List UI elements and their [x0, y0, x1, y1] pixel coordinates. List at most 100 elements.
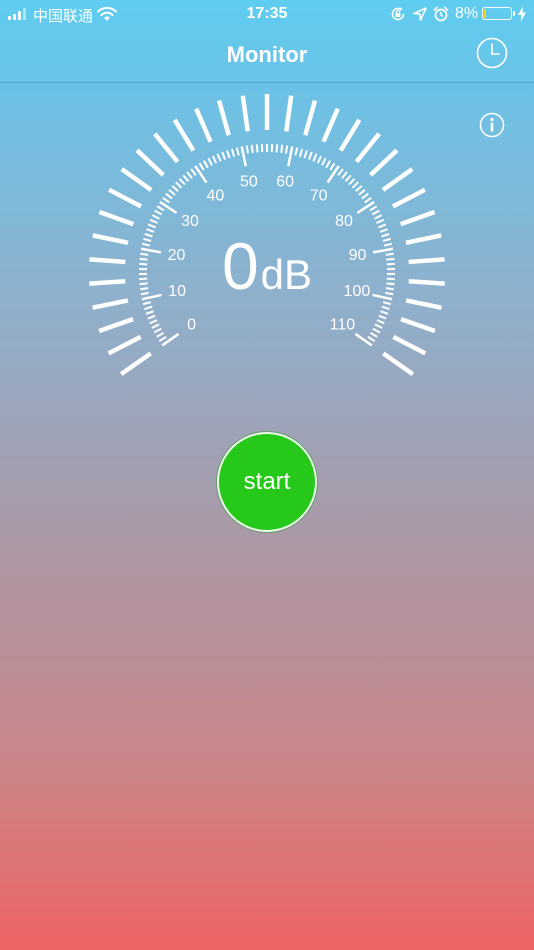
gauge-major-tick	[356, 200, 375, 214]
nav-bar: Monitor	[0, 28, 534, 83]
page-title: Monitor	[226, 42, 308, 67]
gauge-minor-tick	[245, 145, 250, 154]
gauge-minor-tick	[168, 188, 176, 196]
gauge-major-tick	[161, 332, 180, 347]
battery-percent: 8%	[455, 5, 479, 22]
gauge-minor-tick	[371, 209, 380, 216]
gauge-label: 70	[310, 187, 328, 204]
gauge-minor-tick	[165, 192, 173, 200]
gauge-major-tick	[194, 165, 208, 184]
gauge-outer-tick	[392, 334, 427, 356]
gauge-outer-tick	[135, 148, 165, 177]
gauge-minor-tick	[147, 223, 156, 229]
gauge-outer-tick	[400, 316, 436, 334]
orientation-lock-icon	[391, 7, 405, 21]
gauge-outer-tick	[98, 316, 134, 334]
gauge-major-tick	[354, 332, 373, 347]
gauge-minor-tick	[153, 327, 162, 334]
alarm-icon	[433, 6, 449, 22]
gauge-minor-tick	[221, 151, 226, 160]
gauge-minor-tick	[312, 153, 318, 162]
gauge-minor-tick	[321, 157, 327, 166]
gauge-minor-tick	[198, 162, 205, 171]
gauge-minor-tick	[303, 150, 308, 159]
gauge-minor-tick	[151, 323, 160, 329]
gauge-minor-tick	[381, 305, 390, 310]
gauge-outer-tick	[391, 187, 426, 209]
gauge-minor-tick	[308, 151, 313, 160]
gauge-minor-tick	[374, 214, 383, 220]
gauge-minor-tick	[372, 327, 381, 334]
gauge-minor-tick	[149, 319, 158, 325]
gauge-minor-tick	[275, 144, 279, 153]
gauge-minor-tick	[178, 177, 186, 186]
gauge-minor-tick	[329, 162, 336, 171]
gauge-outer-tick	[338, 118, 362, 152]
gauge-outer-tick	[107, 334, 142, 356]
gauge-minor-tick	[378, 314, 387, 320]
location-arrow-icon	[413, 7, 427, 21]
gauge-minor-tick	[298, 148, 304, 157]
gauge-minor-tick	[158, 336, 167, 343]
gauge-outer-tick	[321, 107, 340, 143]
gauge-minor-tick	[344, 174, 352, 182]
gauge-label: 0	[187, 316, 196, 333]
gauge-minor-tick	[186, 171, 193, 179]
gauge-minor-tick	[376, 319, 385, 325]
gauge-minor-tick	[348, 177, 356, 186]
gauge-minor-tick	[190, 168, 197, 176]
gauge-minor-tick	[294, 147, 299, 156]
gauge-minor-tick	[369, 331, 378, 338]
gauge-minor-tick	[358, 188, 366, 196]
gauge-minor-tick	[182, 174, 190, 182]
gauge-outer-tick	[98, 209, 135, 227]
battery-icon	[482, 7, 515, 20]
gauge-minor-tick	[369, 205, 378, 212]
gauge-minor-tick	[154, 209, 163, 216]
gauge-minor-tick	[171, 185, 179, 193]
gauge-outer-tick	[399, 209, 436, 227]
gauge-minor-tick	[364, 196, 372, 204]
gauge-minor-tick	[341, 171, 348, 179]
decibel-value: 0	[221, 229, 259, 303]
charging-icon	[518, 6, 526, 22]
gauge-minor-tick	[351, 181, 359, 189]
gauge-major-tick	[240, 146, 247, 167]
gauge-outer-tick	[108, 187, 143, 209]
gauge-minor-tick	[355, 185, 363, 193]
gauge-minor-tick	[144, 305, 153, 310]
gauge-minor-tick	[250, 144, 254, 153]
gauge-minor-tick	[175, 181, 183, 189]
gauge-outer-tick	[381, 167, 414, 192]
gauge-outer-tick	[153, 132, 180, 164]
gauge-outer-tick	[303, 99, 318, 136]
gauge-outer-tick	[216, 99, 231, 136]
gauge-minor-tick	[162, 196, 170, 204]
gauge-outer-tick	[119, 351, 152, 376]
battery-level	[484, 9, 486, 18]
gauge-outer-tick	[354, 132, 381, 164]
status-bar: 中国联通 17:35 8%	[0, 0, 534, 28]
gauge-minor-tick	[230, 148, 236, 157]
gauge-outer-tick	[382, 351, 415, 376]
gauge-outer-tick	[194, 107, 213, 143]
clock-icon[interactable]	[476, 37, 508, 69]
gauge-minor-tick	[226, 150, 231, 159]
gauge-outer-tick	[369, 148, 399, 177]
gauge-minor-tick	[284, 145, 289, 154]
decibel-unit: dB	[260, 251, 313, 298]
status-time: 17:35	[246, 5, 288, 22]
gauge-major-tick	[159, 200, 178, 214]
gauge-minor-tick	[216, 153, 222, 162]
decibel-readout: 0dB	[0, 228, 534, 304]
gauge-minor-tick	[376, 218, 385, 224]
gauge-minor-tick	[316, 155, 323, 164]
gauge-minor-tick	[147, 314, 156, 320]
gauge-minor-tick	[367, 336, 376, 343]
gauge-minor-tick	[380, 310, 389, 315]
gauge-minor-tick	[156, 331, 165, 338]
start-button[interactable]: start	[217, 432, 317, 532]
gauge-minor-tick	[235, 147, 240, 156]
gauge-outer-tick	[284, 95, 294, 132]
gauge-minor-tick	[207, 157, 213, 166]
